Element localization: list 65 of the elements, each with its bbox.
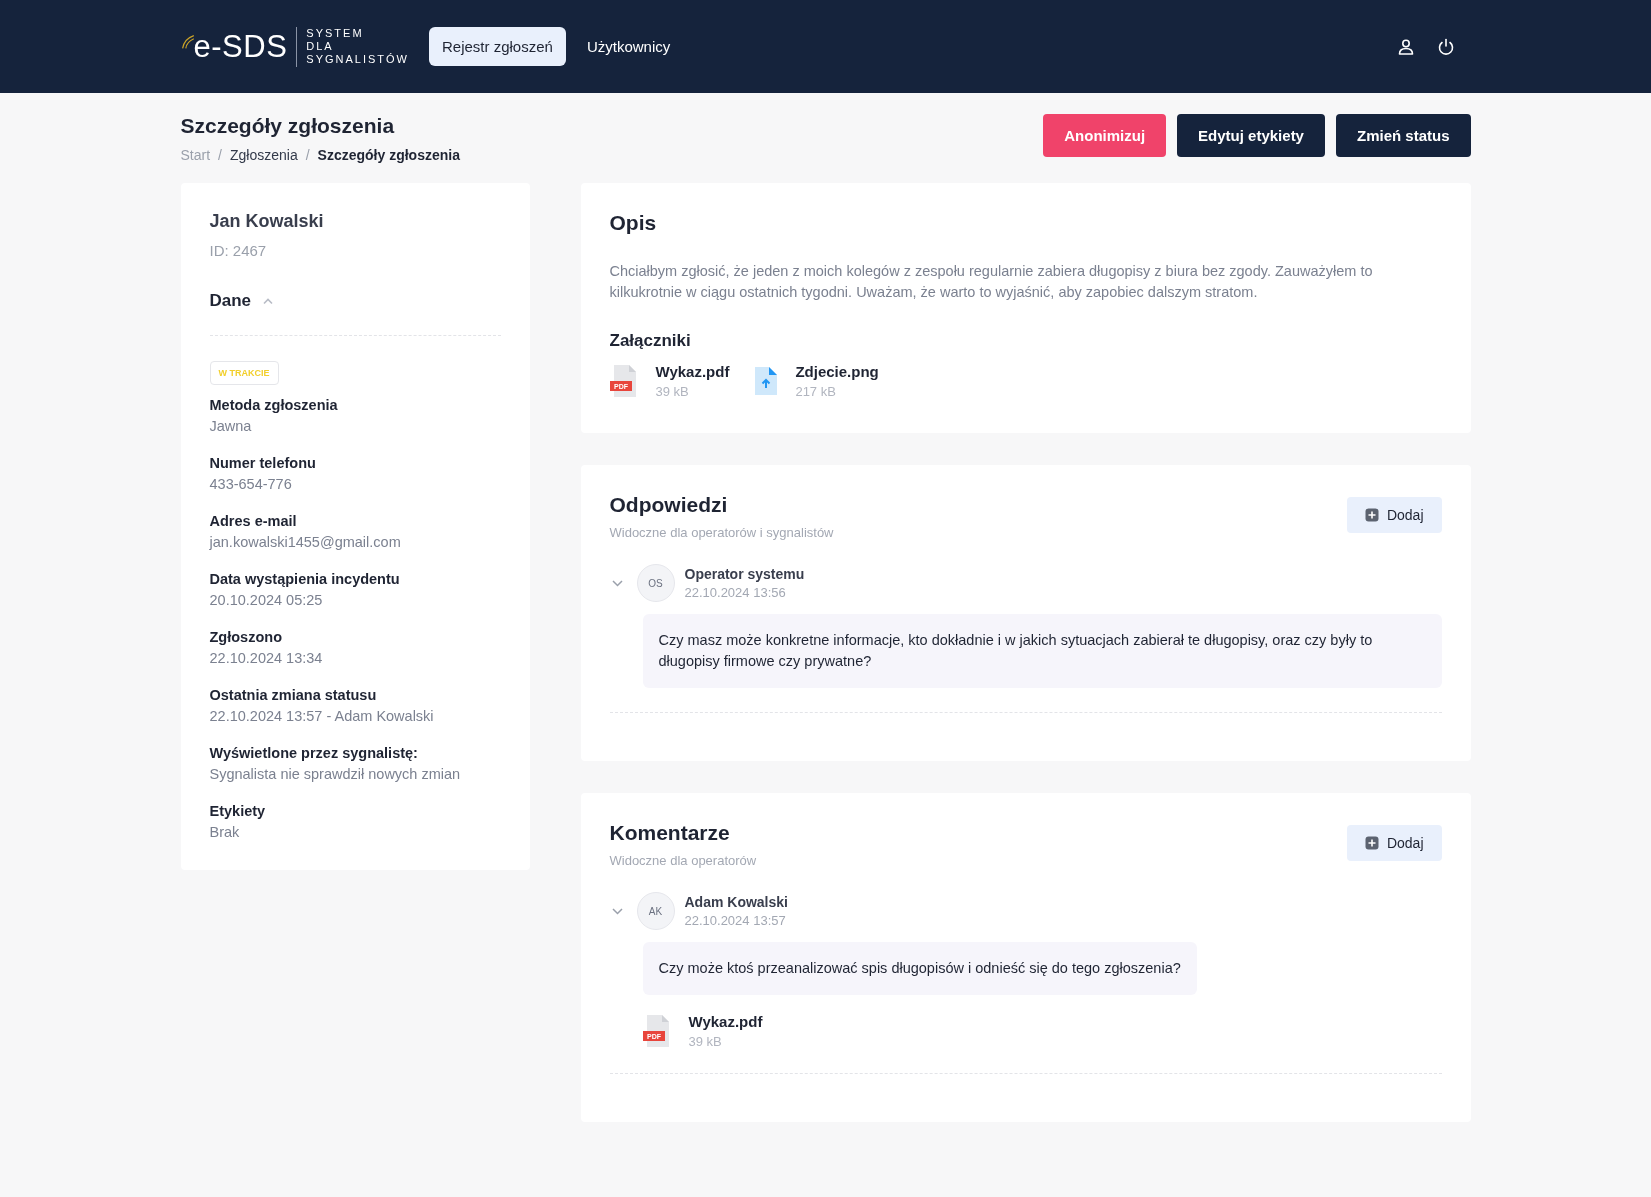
timestamp: 22.10.2024 13:56 (684, 585, 787, 600)
action-button[interactable]: Edytuj etykiety (1177, 114, 1325, 157)
power-icon[interactable] (1436, 37, 1455, 56)
timestamp: 22.10.2024 13:57 (684, 913, 787, 928)
author-name: Adam Kowalski (684, 894, 788, 910)
action-button[interactable]: Anonimizuj (1043, 114, 1167, 157)
attachment-link[interactable]: Wykaz.pdf (688, 1013, 763, 1030)
logo-wordmark: e-SDS (193, 28, 288, 65)
section-title: Komentarze (609, 821, 731, 845)
user-icon[interactable] (1396, 37, 1415, 56)
logo-tagline: SYSTEM (306, 27, 365, 40)
section-title: Odpowiedzi (609, 493, 729, 517)
logo-tagline: DLA (306, 40, 335, 53)
field-label: Etykiety (209, 803, 267, 819)
field-value: 20.10.2024 05:25 (209, 592, 324, 608)
field-label: Wyświetlone przez sygnalistę: (209, 745, 419, 761)
field-value: jan.kowalski1455@gmail.com (209, 534, 402, 550)
page-title: Szczegóły zgłoszenia (180, 114, 396, 138)
field-label: Numer telefonu (209, 455, 317, 471)
author-name: Operator systemu (684, 566, 805, 582)
field-label: Ostatnia zmiana statusu (209, 687, 378, 703)
signal-waves-icon (180, 32, 197, 51)
plus-icon (1364, 836, 1379, 850)
section-subtitle: Widoczne dla operatorów i sygnalistów (609, 525, 834, 540)
file-size: 217 kB (795, 384, 837, 399)
breadcrumb-separator: / (305, 147, 310, 163)
add-button[interactable]: Dodaj (1346, 825, 1442, 861)
status-badge: W TRAKCIE (209, 361, 279, 385)
logo-tagline: SYGNALISTÓW (306, 53, 409, 66)
field-label: Data wystąpienia incydentu (209, 571, 401, 587)
message-bubble: Czy może ktoś przeanalizować spis długopisów i odnieść się do tego zgłoszenia? (642, 942, 1197, 995)
nav-tab[interactable]: Użytkownicy (573, 27, 684, 66)
reporter-name: Jan Kowalski (209, 211, 325, 232)
avatar: AK (636, 892, 675, 930)
breadcrumb-separator: / (218, 147, 222, 163)
field-value: 22.10.2024 13:57 - Adam Kowalski (209, 708, 435, 724)
avatar: OS (636, 564, 675, 602)
file-upload-icon (753, 365, 780, 397)
field-value: 433-654-776 (209, 476, 293, 492)
attachments-title: Załączniki (609, 331, 692, 351)
plus-icon (1364, 508, 1379, 522)
message-bubble: Czy masz może konkretne informacje, kto dokładnie i w jakich sytuacjach zabierał te długopisy, oraz czy były to długopisy firmowe czy prywatne? (642, 614, 1442, 688)
breadcrumb-link[interactable]: Szczegóły zgłoszenia (317, 147, 460, 163)
field-label: Zgłoszono (209, 629, 283, 645)
attachment-link[interactable]: Zdjecie.png (795, 363, 879, 380)
breadcrumb-link[interactable]: Zgłoszenia (229, 147, 298, 163)
field-value: Sygnalista nie sprawdził nowych zmian (209, 766, 462, 782)
chevron-icon[interactable] (611, 579, 623, 587)
report-id: ID: 2467 (209, 242, 268, 259)
field-value: 22.10.2024 13:34 (209, 650, 324, 666)
field-value: Brak (209, 824, 241, 840)
section-title: Opis (609, 211, 658, 235)
add-button[interactable]: Dodaj (1346, 497, 1442, 533)
field-value: Jawna (209, 418, 253, 434)
file-size: 39 kB (655, 384, 690, 399)
attachment-link[interactable]: Wykaz.pdf (655, 363, 730, 380)
section-subtitle: Widoczne dla operatorów (609, 853, 757, 868)
file-size: 39 kB (688, 1034, 723, 1049)
nav-tab[interactable]: Rejestr zgłoszeń (429, 27, 566, 66)
description-text: Chciałbym zgłosić, że jeden z moich kolegów z zespołu regularnie zabiera długopisy z biura bez zgody. Zauważyłem to kilkukrotnie w ciągu ostatnich tygodni. Uważam, że warto to wyjaśnić, aby zapobiec dalszym stratom. (609, 262, 1374, 302)
section-toggle[interactable]: Dane (209, 291, 274, 311)
field-label: Adres e-mail (209, 513, 298, 529)
field-label: Metoda zgłoszenia (209, 397, 339, 413)
action-button[interactable]: Zmień status (1335, 114, 1471, 157)
chevron-icon[interactable] (611, 907, 623, 915)
